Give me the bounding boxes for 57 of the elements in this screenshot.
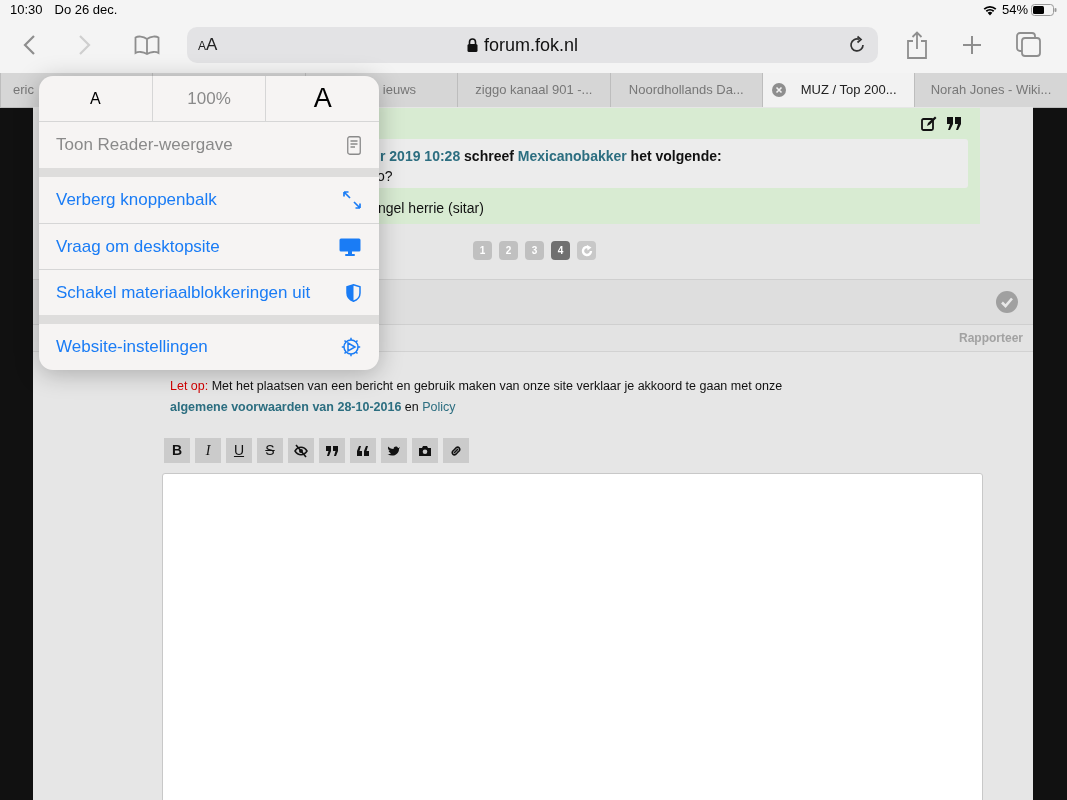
warning-label: Let op: [170,379,209,393]
lock-icon [466,38,478,52]
reply-text: ngel herrie (sitar) [378,199,484,218]
menu-item[interactable]: Vraag om desktopsite [39,223,379,269]
notice-text: Let op: Met het plaatsen van een bericht en gebruik maken van onze site verklaar je akkoord te gaan met onze algemene voorwaarden van 28-10-2016 en Policy [170,378,784,416]
battery-percentage: 54% [1001,1,1028,20]
edit-icon[interactable] [921,116,937,131]
format-button[interactable]: B [164,438,190,463]
reader-icon [347,135,361,155]
close-quote-icon [325,443,339,458]
status-date: Do 26 dec. [54,1,118,20]
quote-icon[interactable] [947,117,961,130]
camera-icon [418,443,432,458]
message-input-field[interactable] [162,473,983,800]
back-icon[interactable] [22,34,36,56]
text-size-button[interactable]: AA [198,32,222,58]
url-text: forum.fok.nl [483,33,578,57]
menu-item[interactable]: Website-instellingen [39,324,379,370]
refresh-icon [580,244,593,257]
battery-icon [1031,4,1057,16]
status-time: 10:30 [10,1,43,20]
diagonal-arrows-icon [343,191,361,209]
policy-link[interactable]: Policy [422,400,456,414]
quote-header: r 2019 10:28 schreef Mexicanobakker het volgende: [380,147,722,166]
refresh-button[interactable] [577,241,596,260]
date-link[interactable]: r 2019 10:28 [380,148,461,164]
link-icon [449,443,463,458]
shield-icon [346,283,361,302]
open-quote-button[interactable] [350,438,376,463]
bird-button[interactable] [381,438,407,463]
plus-icon[interactable] [962,35,982,55]
terms-link[interactable]: algemene voorwaarden van 28-10-2016 [170,400,402,414]
format-button[interactable]: S [257,438,283,463]
hidden-eye-button[interactable] [288,438,314,463]
close-quote-button[interactable] [319,438,345,463]
format-button[interactable]: U [226,438,252,463]
author-link[interactable]: Mexicanobakker [517,148,627,164]
decrease-text-button[interactable]: A [39,76,153,121]
camera-button[interactable] [412,438,438,463]
zoom-level: 100% [152,76,267,121]
gear-icon [341,337,361,357]
book-icon[interactable] [134,35,160,55]
tabs-icon[interactable] [1016,32,1042,58]
page-button[interactable]: 4 [551,241,570,260]
menu-item[interactable]: Verberg knoppenbalk [39,177,379,223]
reload-icon[interactable] [847,35,867,55]
open-quote-icon [356,443,370,458]
monitor-icon [339,237,361,256]
link-button[interactable] [443,438,469,463]
close-icon[interactable] [771,83,786,97]
share-icon[interactable] [906,31,928,59]
browser-tab[interactable]: MUZ / Top 200... [761,73,915,107]
check-icon[interactable] [996,291,1018,313]
wifi-icon [981,4,998,16]
format-button[interactable]: I [195,438,221,463]
hidden-eye-icon [294,443,308,458]
address-bar[interactable]: AA forum.fok.nl [187,27,878,63]
